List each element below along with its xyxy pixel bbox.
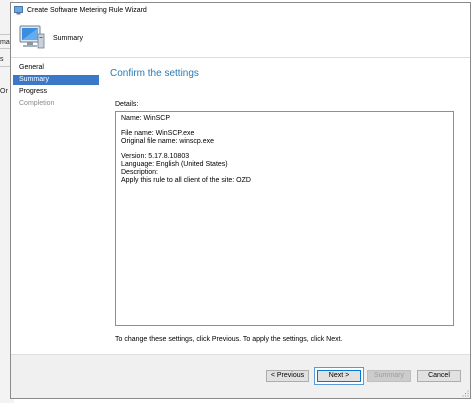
confirm-heading: Confirm the settings bbox=[110, 68, 199, 79]
detail-original-file-name: Original file name: winscp.exe bbox=[121, 138, 214, 145]
button-bar: < Previous Next > Summary Cancel bbox=[11, 354, 470, 398]
instruction-note: To change these settings, click Previous… bbox=[115, 336, 343, 343]
wizard-content: Confirm the settings Details: Name: WinS… bbox=[99, 58, 470, 358]
window-title: Create Software Metering Rule Wizard bbox=[27, 7, 147, 14]
background-text-fragment: s bbox=[0, 56, 4, 63]
detail-description: Description: bbox=[121, 169, 158, 176]
detail-name: Name: WinSCP bbox=[121, 115, 171, 122]
nav-step-summary[interactable]: Summary bbox=[13, 75, 99, 85]
nav-step-general[interactable]: General bbox=[13, 63, 99, 73]
summary-button: Summary bbox=[367, 370, 411, 382]
cancel-button[interactable]: Cancel bbox=[417, 370, 461, 382]
detail-apply-rule: Apply this rule to all client of the sit… bbox=[121, 177, 251, 184]
title-bar[interactable]: Create Software Metering Rule Wizard bbox=[11, 3, 470, 19]
wizard-header: Summary bbox=[11, 19, 470, 58]
nav-step-progress[interactable]: Progress bbox=[13, 87, 99, 97]
background-text-fragment: Or bbox=[0, 88, 8, 95]
detail-language: Language: English (United States) bbox=[121, 161, 228, 168]
wizard-window: Create Software Metering Rule Wizard Sum… bbox=[10, 2, 471, 399]
previous-button[interactable]: < Previous bbox=[266, 370, 309, 382]
detail-version: Version: 5.17.8.10803 bbox=[121, 153, 190, 160]
next-button[interactable]: Next > bbox=[317, 370, 361, 382]
detail-file-name: File name: WinSCP.exe bbox=[121, 130, 195, 137]
computer-monitor-icon bbox=[19, 25, 45, 49]
resize-grip-icon[interactable] bbox=[461, 389, 469, 397]
nav-step-completion: Completion bbox=[19, 100, 55, 107]
details-label: Details: bbox=[115, 101, 139, 108]
page-title: Summary bbox=[53, 35, 83, 42]
wizard-app-icon bbox=[14, 6, 23, 15]
details-textbox[interactable]: Name: WinSCP File name: WinSCP.exe Origi… bbox=[115, 111, 454, 326]
wizard-step-nav: General Summary Progress Completion bbox=[11, 58, 99, 358]
